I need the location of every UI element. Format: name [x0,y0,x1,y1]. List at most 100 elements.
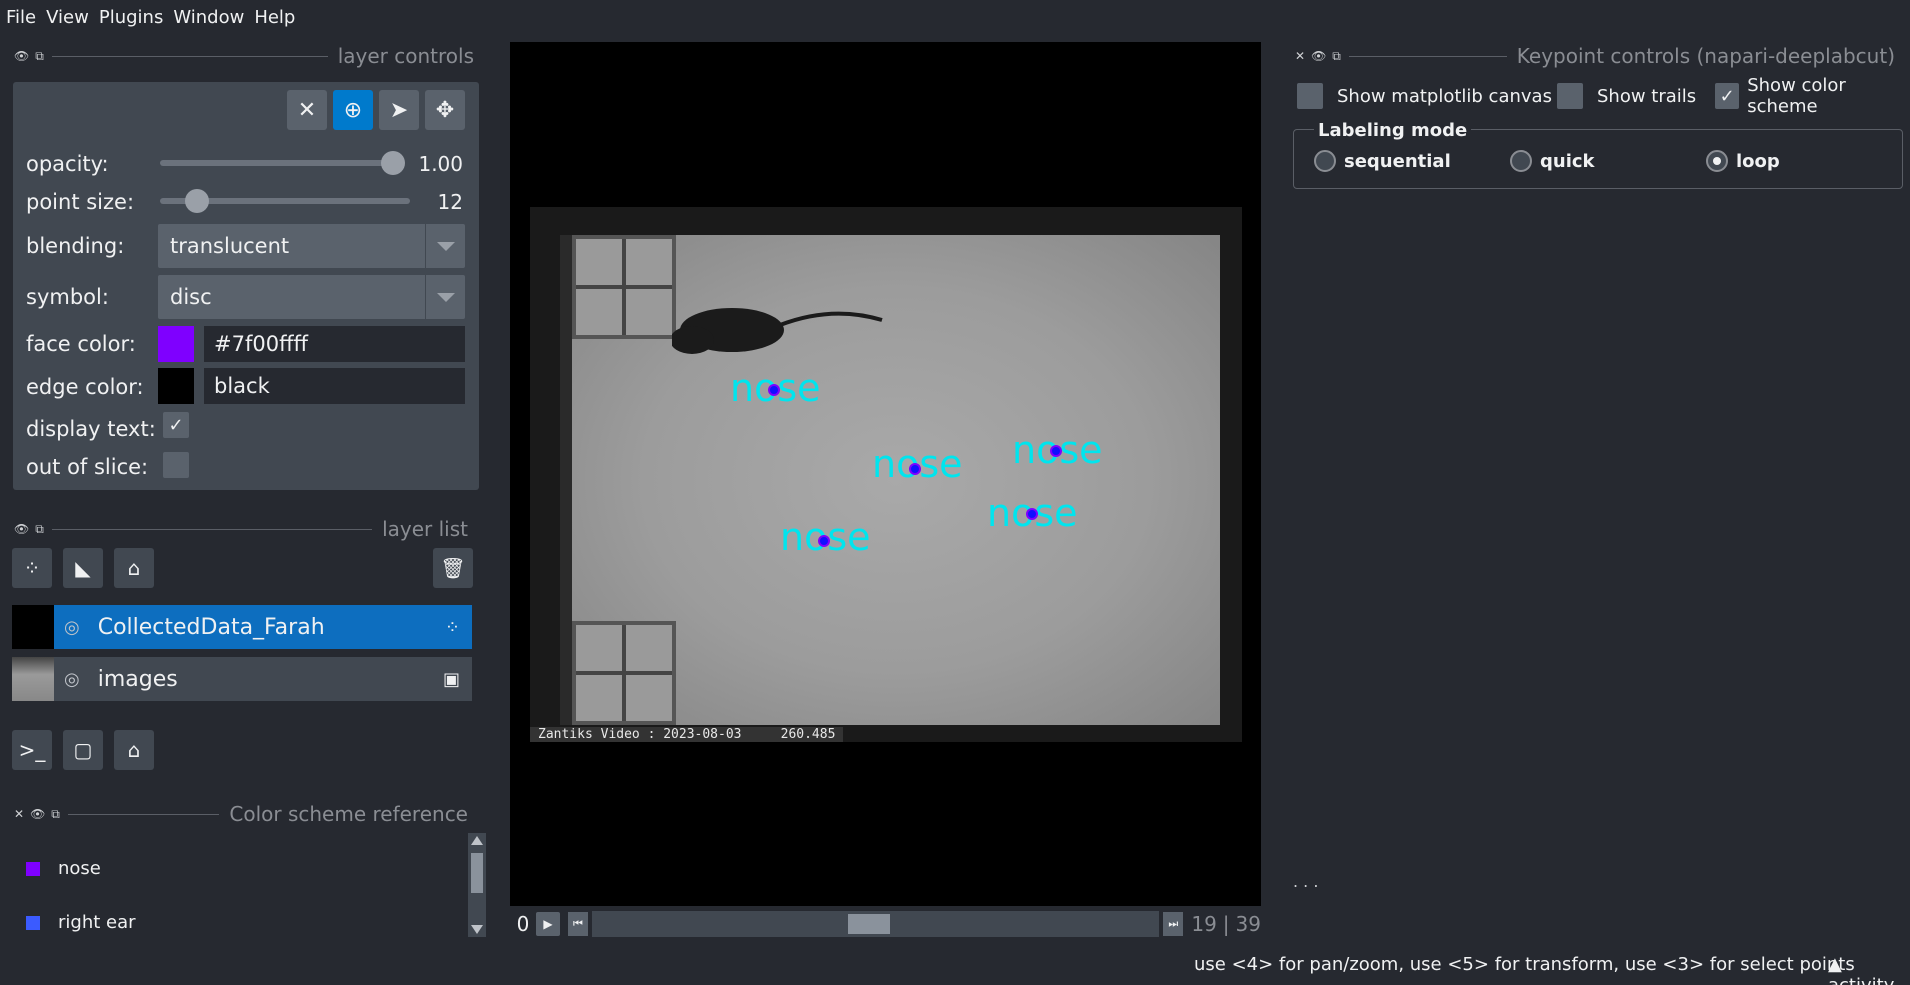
terminal-icon: >_ [18,738,46,762]
color-swatch [26,915,40,930]
hide-title-icon[interactable]: 👁 [14,522,29,537]
face-color-field[interactable]: #7f00ffff [204,326,465,362]
show-color-scheme-checkbox[interactable]: ✓ [1715,83,1740,109]
delete-layer-button[interactable]: 🗑 [433,548,473,588]
delete-points-button[interactable]: ✕ [287,90,327,130]
frame-slider[interactable] [592,911,1160,937]
close-icon[interactable]: ✕ [1295,49,1305,64]
new-shapes-layer-button[interactable]: ◣ [63,548,103,588]
close-icon[interactable]: ✕ [14,807,24,822]
console-button[interactable]: >_ [12,730,52,770]
symbol-label: symbol: [26,285,109,309]
layer-row-collecteddata[interactable]: ◎ CollectedData_Farah ⁘ [12,605,472,649]
mode-sequential-radio[interactable]: sequential [1314,150,1451,172]
show-trails-option[interactable]: Show trails [1557,82,1696,110]
menu-plugins[interactable]: Plugins [99,7,163,28]
point-size-label: point size: [26,190,135,214]
dock-ellipsis: . . . [1293,872,1319,891]
layer-controls-titlebar: 👁 ⧉ layer controls [14,44,474,68]
keypoint-dot[interactable] [1050,445,1062,457]
float-icon[interactable]: ⧉ [1332,49,1341,64]
hide-title-icon[interactable]: 👁 [1311,49,1326,64]
edge-color-swatch[interactable] [158,368,194,404]
opacity-slider-handle[interactable] [381,151,405,175]
color-scheme-title: Color scheme reference [229,802,468,826]
dims-total-frames: 39 [1235,912,1261,936]
edge-color-field[interactable]: black [204,368,465,404]
keypoint-dot[interactable] [818,535,830,547]
out-of-slice-checkbox[interactable] [163,452,189,478]
show-trails-checkbox[interactable] [1557,83,1583,109]
dims-start-label: 0 [516,912,530,936]
radio-circle[interactable] [1314,150,1336,172]
hide-title-icon[interactable]: 👁 [30,807,45,822]
float-icon[interactable]: ⧉ [35,522,44,537]
arena-corner-box [572,621,676,725]
eye-icon[interactable]: ◎ [64,617,80,638]
show-matplotlib-checkbox[interactable] [1297,83,1323,109]
points-icon: ⁘ [444,616,460,638]
opacity-slider[interactable] [160,160,400,166]
add-points-button[interactable]: ⊕ [333,90,373,130]
show-matplotlib-label: Show matplotlib canvas [1337,85,1552,107]
step-forward-button[interactable]: ⏭ [1163,912,1184,936]
color-scheme-scrollbar[interactable] [468,833,486,937]
radio-circle[interactable] [1510,150,1532,172]
face-color-swatch[interactable] [158,326,194,362]
point-size-value: 12 [437,190,463,214]
blending-select[interactable]: translucent [158,224,465,268]
show-color-scheme-option[interactable]: ✓ Show color scheme [1715,75,1910,117]
checkmark-icon: ✓ [168,414,184,436]
pan-zoom-button[interactable]: ✥ [425,90,465,130]
scroll-down-icon[interactable] [471,925,483,934]
menu-help[interactable]: Help [254,7,295,28]
float-icon[interactable]: ⧉ [51,807,60,822]
ndisplay-button[interactable]: ▢ [63,730,103,770]
new-points-layer-button[interactable]: ⁘ [12,548,52,588]
labeling-mode-group: Labeling mode sequential quick loop [1293,120,1903,189]
color-scheme-item-right-ear: right ear [26,912,136,933]
mode-label: loop [1736,150,1780,172]
show-matplotlib-option[interactable]: Show matplotlib canvas [1297,82,1552,110]
scroll-up-icon[interactable] [471,836,483,845]
chevron-down-icon [425,275,465,319]
label-tag-icon: ⌂ [127,556,141,580]
point-size-slider-handle[interactable] [185,189,209,213]
mode-loop-radio[interactable]: loop [1706,150,1780,172]
keypoint-dot[interactable] [1026,508,1038,520]
scroll-thumb[interactable] [471,853,483,893]
dims-current-frame[interactable]: 19 [1191,912,1216,936]
keypoint-dot[interactable] [768,384,780,396]
layer-name: images [97,666,178,692]
arena-corner-box [572,235,676,339]
menu-view[interactable]: View [46,7,89,28]
select-points-button[interactable]: ➤ [379,90,419,130]
radio-circle[interactable] [1706,150,1728,172]
activity-button[interactable]: ▲ activity [1828,954,1910,985]
shapes-icon: ◣ [75,556,91,580]
activity-label: activity [1828,975,1894,985]
menu-file[interactable]: File [6,7,36,28]
layer-thumbnail [12,657,54,701]
reset-view-button[interactable]: ⌂ [114,730,154,770]
layer-body[interactable]: ◎ images ▣ [54,657,472,701]
color-scheme-label: nose [58,858,101,879]
float-icon[interactable]: ⧉ [35,49,44,64]
symbol-select[interactable]: disc [158,275,465,319]
move-icon: ✥ [435,97,455,123]
layer-thumbnail [12,605,54,649]
play-button[interactable]: ▶ [536,912,560,936]
frame-slider-handle[interactable] [848,914,890,934]
new-labels-layer-button[interactable]: ⌂ [114,548,154,588]
step-back-button[interactable]: ⏮ [568,912,588,936]
menu-window[interactable]: Window [173,7,244,28]
checkmark-icon: ✓ [1719,85,1735,107]
mode-quick-radio[interactable]: quick [1510,150,1595,172]
display-text-checkbox[interactable]: ✓ [163,412,189,438]
layer-body[interactable]: ◎ CollectedData_Farah ⁘ [54,605,472,649]
layer-row-images[interactable]: ◎ images ▣ [12,657,472,701]
eye-icon[interactable]: ◎ [64,669,80,690]
hide-title-icon[interactable]: 👁 [14,49,29,64]
status-message: use <4> for pan/zoom, use <5> for transf… [1194,954,1855,975]
keypoint-dot[interactable] [909,463,921,475]
